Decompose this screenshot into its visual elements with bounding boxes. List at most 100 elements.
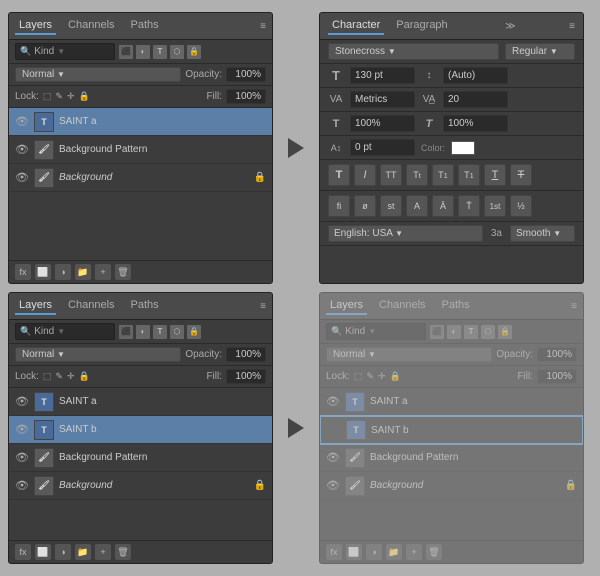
filter-smart-icon-br[interactable]: 🔒 [498, 325, 512, 339]
opacity-value-br[interactable]: 100% [537, 347, 577, 362]
style-btn-italic[interactable]: I [354, 164, 376, 186]
tab-paths-tl[interactable]: Paths [127, 17, 163, 35]
eye-icon-bg-bl[interactable]: 👁 [15, 479, 29, 493]
vscale-field[interactable]: 100% [443, 115, 508, 132]
hscale-field[interactable]: 100% [350, 115, 415, 132]
panel-menu-tl[interactable]: ≡ [260, 21, 266, 32]
leading-field[interactable]: (Auto) [443, 67, 508, 84]
mode-dropdown-br[interactable]: Normal ▼ [326, 347, 492, 362]
tab-layers-tl[interactable]: Layers [15, 17, 56, 35]
filter-pixel-icon-bl[interactable]: ⬛ [119, 325, 133, 339]
font-size-field[interactable]: 130 pt [350, 67, 415, 84]
tab-paths-bl[interactable]: Paths [127, 297, 163, 315]
opacity-value-tl[interactable]: 100% [226, 67, 266, 82]
smooth-dropdown[interactable]: Smooth ▼ [510, 225, 575, 242]
filter-type-icon[interactable]: T [153, 45, 167, 59]
lock-transparent-icon-bl[interactable]: ⬚ [43, 371, 52, 382]
new-icon-br[interactable]: + [406, 544, 422, 560]
group-icon-tl[interactable]: 📁 [75, 264, 91, 280]
color-swatch[interactable] [451, 141, 475, 155]
filter-type-icon-br[interactable]: T [464, 325, 478, 339]
layer-row-saint-a-br[interactable]: 👁 T SAINT a [320, 388, 583, 416]
fx-icon-tl[interactable]: fx [15, 264, 31, 280]
opentype-btn-frac[interactable]: ø [354, 195, 376, 217]
layer-row-saint-a-tl[interactable]: 👁 T SAINT a [9, 108, 272, 136]
tab-channels-tl[interactable]: Channels [64, 17, 118, 35]
layer-row-bg-pattern-br[interactable]: 👁 🖌 Background Pattern [320, 444, 583, 472]
opentype-btn-ord[interactable]: 1st [484, 195, 506, 217]
lock-pixel-icon-br[interactable]: ✎ [366, 371, 374, 382]
mode-dropdown-tl[interactable]: Normal ▼ [15, 67, 181, 82]
filter-smart-icon[interactable]: 🔒 [187, 45, 201, 59]
filter-shape-icon-bl[interactable]: ⬡ [170, 325, 184, 339]
kerning-field[interactable]: Metrics [350, 91, 415, 108]
opentype-btn-st[interactable]: st [380, 195, 402, 217]
filter-shape-icon-br[interactable]: ⬡ [481, 325, 495, 339]
style-btn-sub[interactable]: T1 [458, 164, 480, 186]
filter-type-icon-bl[interactable]: T [153, 325, 167, 339]
filter-smart-icon-bl[interactable]: 🔒 [187, 325, 201, 339]
tab-channels-bl[interactable]: Channels [64, 297, 118, 315]
lock-all-icon-br[interactable]: 🔒 [390, 371, 401, 382]
group-icon-bl[interactable]: 📁 [75, 544, 91, 560]
lock-all-icon-bl[interactable]: 🔒 [79, 371, 90, 382]
style-btn-bold[interactable]: T [328, 164, 350, 186]
mask-icon-tl[interactable]: ⬜ [35, 264, 51, 280]
tab-layers-br[interactable]: Layers [326, 297, 367, 315]
adj-icon-br[interactable]: ◑ [366, 544, 382, 560]
panel-menu-bl[interactable]: ≡ [260, 301, 266, 312]
filter-adj-icon-br[interactable]: ◐ [447, 325, 461, 339]
lock-pixel-icon-bl[interactable]: ✎ [55, 371, 63, 382]
language-dropdown[interactable]: English: USA ▼ [328, 225, 483, 242]
group-icon-br[interactable]: 📁 [386, 544, 402, 560]
del-icon-tl[interactable]: 🗑 [115, 264, 131, 280]
style-btn-smallcaps[interactable]: Tt [406, 164, 428, 186]
lock-position-icon-br[interactable]: ✛ [378, 371, 386, 382]
style-btn-underline[interactable]: T [484, 164, 506, 186]
style-btn-allcaps[interactable]: TT [380, 164, 402, 186]
tab-paragraph[interactable]: Paragraph [392, 17, 451, 35]
eye-icon-saint-a-bl[interactable]: 👁 [15, 395, 29, 409]
filter-adj-icon-bl[interactable]: ◐ [136, 325, 150, 339]
opentype-btn-fi[interactable]: fi [328, 195, 350, 217]
new-icon-bl[interactable]: + [95, 544, 111, 560]
eye-icon-saint-a-br[interactable]: 👁 [326, 395, 340, 409]
fill-value-tl[interactable]: 100% [226, 89, 266, 104]
eye-icon-bg-pattern-tl[interactable]: 👁 [15, 143, 29, 157]
fx-icon-bl[interactable]: fx [15, 544, 31, 560]
eye-icon-saint-b-bl[interactable]: 👁 [15, 423, 29, 437]
layer-row-saint-a-bl[interactable]: 👁 T SAINT a [9, 388, 272, 416]
lock-position-icon-bl[interactable]: ✛ [67, 371, 75, 382]
opentype-btn-tbar[interactable]: T̄ [458, 195, 480, 217]
layer-row-bg-bl[interactable]: 👁 🖌 Background 🔒 [9, 472, 272, 500]
layer-row-bg-pattern-tl[interactable]: 👁 🖌 Background Pattern [9, 136, 272, 164]
filter-pixel-icon-br[interactable]: ⬛ [430, 325, 444, 339]
lock-pixel-icon[interactable]: ✎ [55, 91, 63, 102]
baseline-field[interactable]: 0 pt [350, 139, 415, 156]
layer-row-bg-br[interactable]: 👁 🖌 Background 🔒 [320, 472, 583, 500]
mask-icon-br[interactable]: ⬜ [346, 544, 362, 560]
fx-icon-br[interactable]: fx [326, 544, 342, 560]
opentype-btn-aa[interactable]: A [406, 195, 428, 217]
eye-icon-bg-pattern-bl[interactable]: 👁 [15, 451, 29, 465]
lock-position-icon[interactable]: ✛ [67, 91, 75, 102]
style-btn-strikethrough[interactable]: T [510, 164, 532, 186]
lock-transparent-icon-br[interactable]: ⬚ [354, 371, 363, 382]
adj-icon-tl[interactable]: ◑ [55, 264, 71, 280]
fill-value-bl[interactable]: 100% [226, 369, 266, 384]
tab-paths-br[interactable]: Paths [438, 297, 474, 315]
eye-icon-bg-pattern-br[interactable]: 👁 [326, 451, 340, 465]
lock-all-icon[interactable]: 🔒 [79, 91, 90, 102]
layer-row-bg-pattern-bl[interactable]: 👁 🖌 Background Pattern [9, 444, 272, 472]
lock-transparent-icon[interactable]: ⬚ [43, 91, 52, 102]
tab-channels-br[interactable]: Channels [375, 297, 429, 315]
opentype-btn-frac2[interactable]: ½ [510, 195, 532, 217]
filter-shape-icon[interactable]: ⬡ [170, 45, 184, 59]
mask-icon-bl[interactable]: ⬜ [35, 544, 51, 560]
eye-icon-bg-br[interactable]: 👁 [326, 479, 340, 493]
fill-value-br[interactable]: 100% [537, 369, 577, 384]
tab-layers-bl[interactable]: Layers [15, 297, 56, 315]
opacity-value-bl[interactable]: 100% [226, 347, 266, 362]
layer-row-saint-b-br[interactable]: 👁 T SAINT b [320, 416, 583, 444]
style-dropdown[interactable]: Regular ▼ [505, 43, 575, 60]
